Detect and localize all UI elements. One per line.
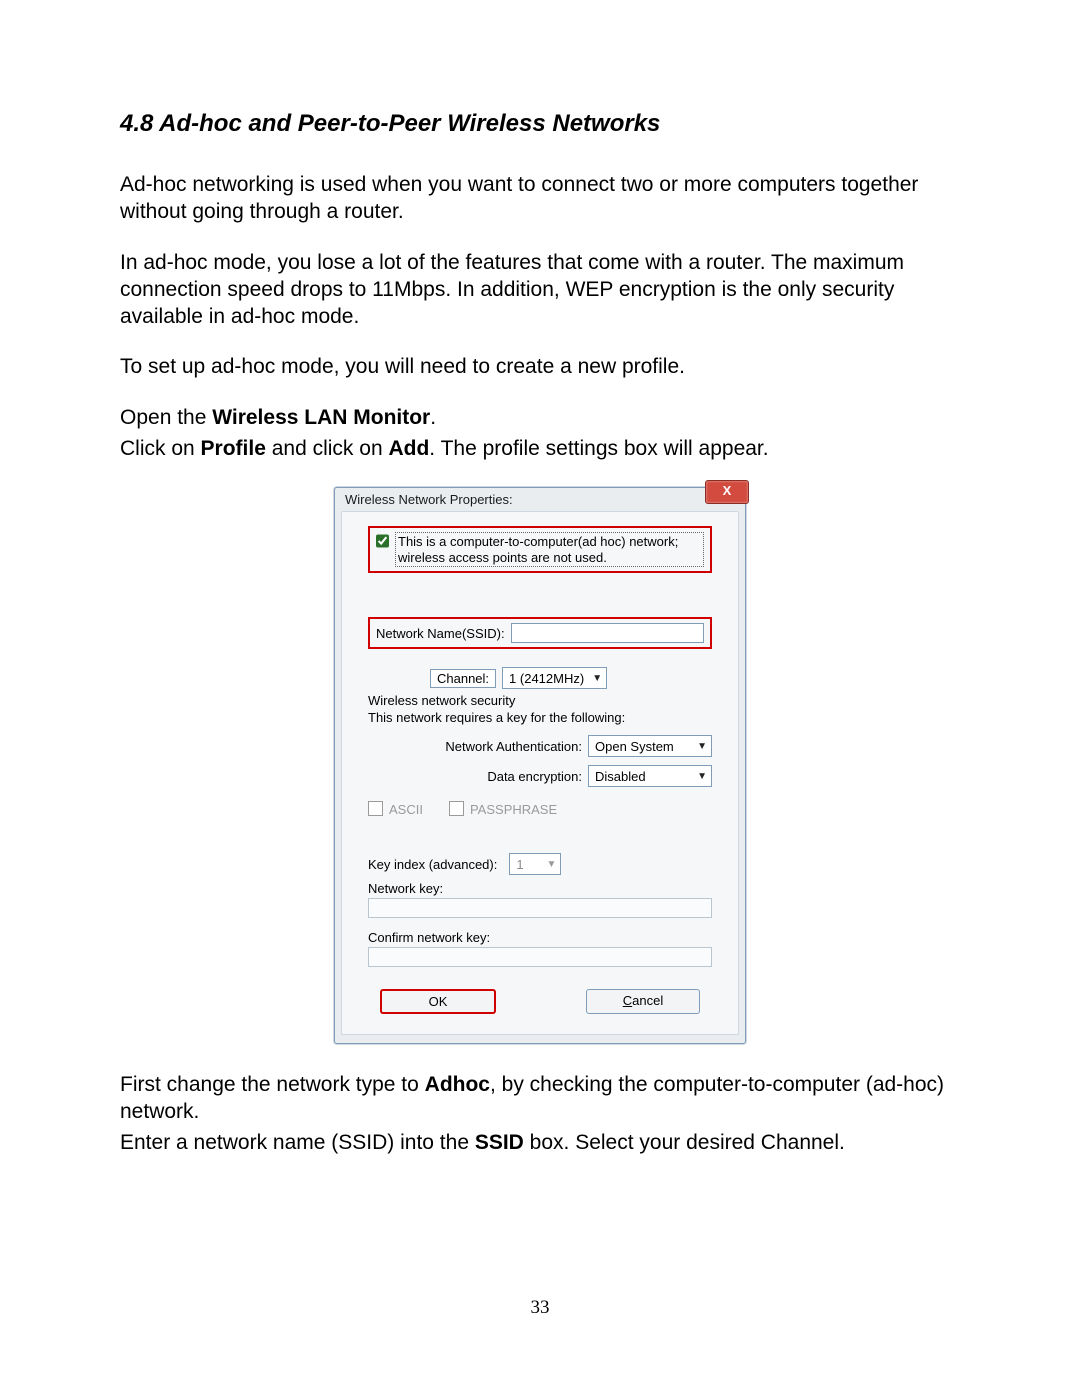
ssid-label: Network Name(SSID): xyxy=(376,626,505,641)
click-line-p1: Click on xyxy=(120,437,201,460)
enc-label: Data encryption: xyxy=(487,769,582,784)
channel-label: Channel: xyxy=(430,669,496,688)
channel-select[interactable]: 1 (2412MHz) ▼ xyxy=(502,667,607,689)
adhoc-checkbox-group: This is a computer-to-computer(ad hoc) n… xyxy=(368,526,712,573)
open-line-post: . xyxy=(430,406,436,429)
auth-label: Network Authentication: xyxy=(445,739,582,754)
network-key-input[interactable] xyxy=(368,898,712,918)
ascii-option: ASCII xyxy=(368,801,423,817)
paragraph-2: In ad-hoc mode, you lose a lot of the fe… xyxy=(120,250,960,331)
enc-select[interactable]: Disabled ▼ xyxy=(588,765,712,787)
after2-b1: SSID xyxy=(475,1131,524,1154)
auth-value: Open System xyxy=(595,739,674,754)
network-key-label: Network key: xyxy=(368,881,712,896)
confirm-key-label: Confirm network key: xyxy=(368,930,712,945)
paragraph-1: Ad-hoc networking is used when you want … xyxy=(120,172,960,226)
after1-p1: First change the network type to xyxy=(120,1073,425,1096)
ascii-checkbox[interactable] xyxy=(368,801,383,816)
click-line-p3: . The profile settings box will appear. xyxy=(429,437,768,460)
section-heading: 4.8 Ad-hoc and Peer-to-Peer Wireless Net… xyxy=(120,110,960,138)
wireless-properties-dialog: X Wireless Network Properties: This is a… xyxy=(334,487,746,1044)
open-line-bold: Wireless LAN Monitor xyxy=(212,406,430,429)
cancel-mnemonic: C xyxy=(623,993,632,1008)
ssid-field-group: Network Name(SSID): xyxy=(368,617,712,649)
ok-button[interactable]: OK xyxy=(380,989,496,1014)
open-line-pre: Open the xyxy=(120,406,212,429)
click-line-b2: Add xyxy=(388,437,429,460)
after2-p1: Enter a network name (SSID) into the xyxy=(120,1131,475,1154)
cancel-rest: ancel xyxy=(632,993,663,1008)
channel-value: 1 (2412MHz) xyxy=(509,671,584,686)
passphrase-option: PASSPHRASE xyxy=(449,801,557,817)
chevron-down-icon: ▼ xyxy=(697,771,707,782)
after1-b1: Adhoc xyxy=(425,1073,490,1096)
ascii-label: ASCII xyxy=(389,802,423,817)
confirm-key-input[interactable] xyxy=(368,947,712,967)
click-line-b1: Profile xyxy=(201,437,266,460)
auth-select[interactable]: Open System ▼ xyxy=(588,735,712,757)
enc-value: Disabled xyxy=(595,769,646,784)
chevron-down-icon: ▼ xyxy=(546,859,556,870)
close-button[interactable]: X xyxy=(705,480,749,504)
click-line-p2: and click on xyxy=(266,437,389,460)
adhoc-checkbox[interactable] xyxy=(376,534,389,548)
key-index-label: Key index (advanced): xyxy=(368,857,497,872)
after2-p2: box. Select your desired Channel. xyxy=(524,1131,845,1154)
dialog-title: Wireless Network Properties: xyxy=(335,488,745,509)
chevron-down-icon: ▼ xyxy=(697,741,707,752)
passphrase-checkbox[interactable] xyxy=(449,801,464,816)
key-index-value: 1 xyxy=(516,857,523,872)
paragraph-3: To set up ad-hoc mode, you will need to … xyxy=(120,354,960,381)
chevron-down-icon: ▼ xyxy=(592,673,602,684)
security-header: Wireless network security xyxy=(368,693,712,708)
passphrase-label: PASSPHRASE xyxy=(470,802,557,817)
key-index-select[interactable]: 1 ▼ xyxy=(509,853,561,875)
security-subtext: This network requires a key for the foll… xyxy=(368,710,712,725)
page-number: 33 xyxy=(120,1297,960,1319)
cancel-button[interactable]: Cancel xyxy=(586,989,700,1014)
ssid-input[interactable] xyxy=(511,623,704,643)
adhoc-checkbox-label: This is a computer-to-computer(ad hoc) n… xyxy=(395,532,704,567)
